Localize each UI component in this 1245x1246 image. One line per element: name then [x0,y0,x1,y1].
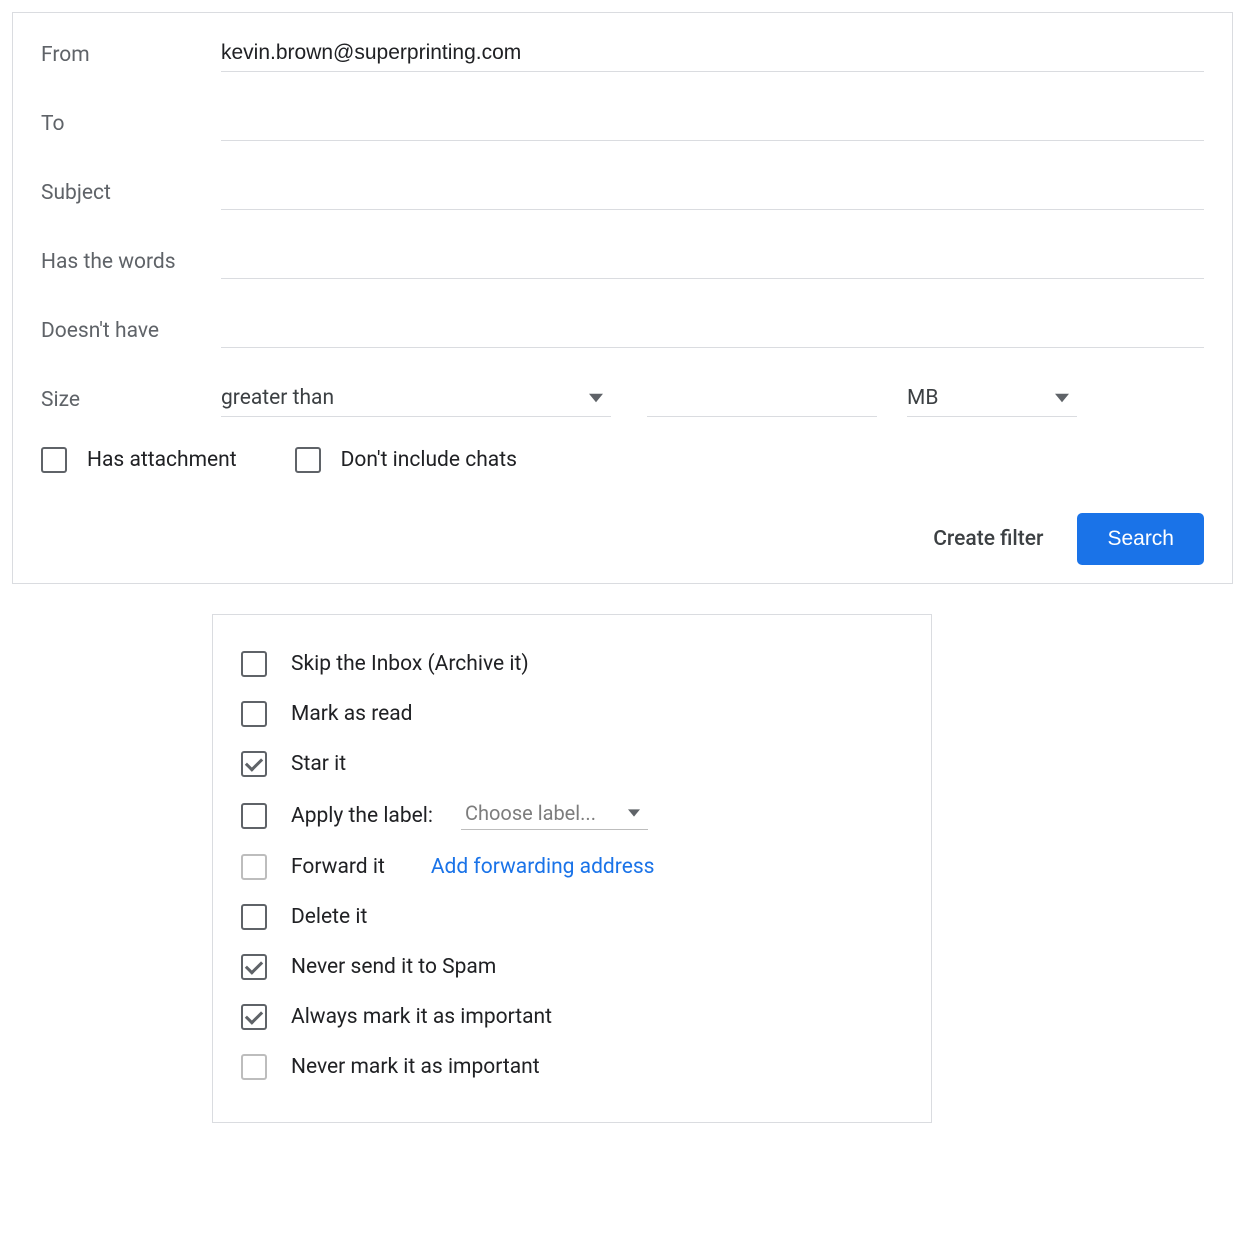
has-words-row: Has the words [41,244,1204,279]
filter-actions-panel: Skip the Inbox (Archive it) Mark as read S… [212,614,932,1123]
to-label: To [41,112,221,136]
checkbox-icon [295,447,321,473]
size-unit-select[interactable]: MB [907,382,1077,417]
create-filter-button[interactable]: Create filter [933,527,1043,551]
from-input[interactable] [221,37,1204,72]
alwaysImportant-label: Always mark it as important [291,1005,552,1029]
filter-option-starIt: Star it [241,739,903,789]
alwaysImportant-checkbox[interactable] [241,1004,267,1030]
filter-option-skipInbox: Skip the Inbox (Archive it) [241,639,903,689]
markRead-checkbox[interactable] [241,701,267,727]
from-row: From [41,37,1204,72]
filter-option-applyLabel: Apply the label: Choose label... [241,789,903,842]
subject-label: Subject [41,181,221,205]
criteria-checks-row: Has attachment Don't include chats [41,447,1204,473]
from-label: From [41,43,221,67]
forwardIt-label: Forward it [291,855,385,879]
applyLabel-checkbox[interactable] [241,803,267,829]
skipInbox-label: Skip the Inbox (Archive it) [291,652,529,676]
dont-include-chats-checkbox[interactable]: Don't include chats [295,447,517,473]
has-words-input[interactable] [221,244,1204,279]
chevron-down-icon [1055,393,1069,403]
size-label: Size [41,388,221,412]
chevron-down-icon [589,393,603,403]
doesnt-have-label: Doesn't have [41,319,221,343]
size-value-input[interactable] [647,383,877,417]
has-attachment-label: Has attachment [87,448,237,472]
filter-option-markRead: Mark as read [241,689,903,739]
skipInbox-checkbox[interactable] [241,651,267,677]
neverSpam-checkbox[interactable] [241,954,267,980]
deleteIt-checkbox[interactable] [241,904,267,930]
add-forwarding-address-link[interactable]: Add forwarding address [431,855,655,879]
deleteIt-label: Delete it [291,905,367,929]
size-unit-value: MB [907,386,938,410]
subject-input[interactable] [221,175,1204,210]
starIt-label: Star it [291,752,346,776]
subject-row: Subject [41,175,1204,210]
size-operator-select[interactable]: greater than [221,382,611,417]
filter-option-deleteIt: Delete it [241,892,903,942]
forwardIt-checkbox[interactable] [241,854,267,880]
chevron-down-icon [628,809,640,817]
search-button[interactable]: Search [1077,513,1204,565]
checkbox-icon [41,447,67,473]
filter-criteria-panel: From To Subject Has the words Doesn't ha… [12,12,1233,584]
filter-option-alwaysImportant: Always mark it as important [241,992,903,1042]
doesnt-have-row: Doesn't have [41,313,1204,348]
criteria-actions: Create filter Search [41,513,1204,565]
has-words-label: Has the words [41,250,221,274]
choose-label-placeholder: Choose label... [465,801,596,825]
size-operator-value: greater than [221,386,334,410]
neverSpam-label: Never send it to Spam [291,955,496,979]
filter-option-forwardIt: Forward it Add forwarding address [241,842,903,892]
size-row: Size greater than MB [41,382,1204,417]
filter-option-neverImportant: Never mark it as important [241,1042,903,1092]
choose-label-select[interactable]: Choose label... [461,801,648,830]
filter-option-neverSpam: Never send it to Spam [241,942,903,992]
to-row: To [41,106,1204,141]
doesnt-have-input[interactable] [221,313,1204,348]
markRead-label: Mark as read [291,702,413,726]
starIt-checkbox[interactable] [241,751,267,777]
has-attachment-checkbox[interactable]: Has attachment [41,447,237,473]
to-input[interactable] [221,106,1204,141]
neverImportant-checkbox[interactable] [241,1054,267,1080]
applyLabel-label: Apply the label: [291,804,433,828]
dont-include-chats-label: Don't include chats [341,448,517,472]
neverImportant-label: Never mark it as important [291,1055,540,1079]
